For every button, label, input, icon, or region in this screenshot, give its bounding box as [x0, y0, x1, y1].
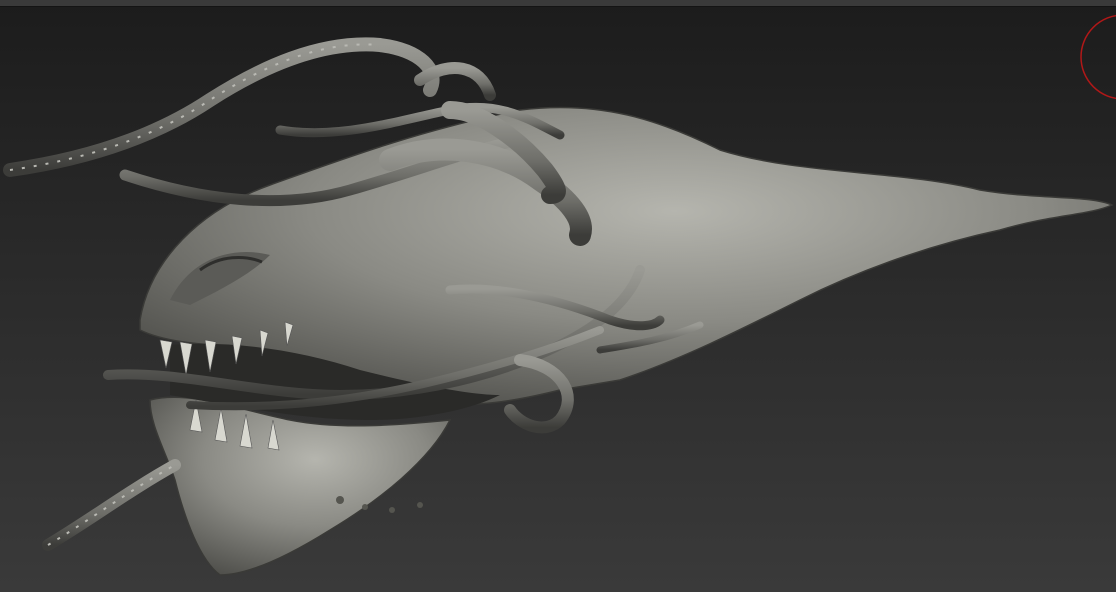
rotation-ring-icon — [1080, 14, 1116, 100]
orientation-gizmo[interactable] — [1078, 2, 1116, 122]
zbrush-canvas[interactable] — [0, 0, 1116, 592]
creature-sculpt-model[interactable] — [0, 0, 1116, 592]
